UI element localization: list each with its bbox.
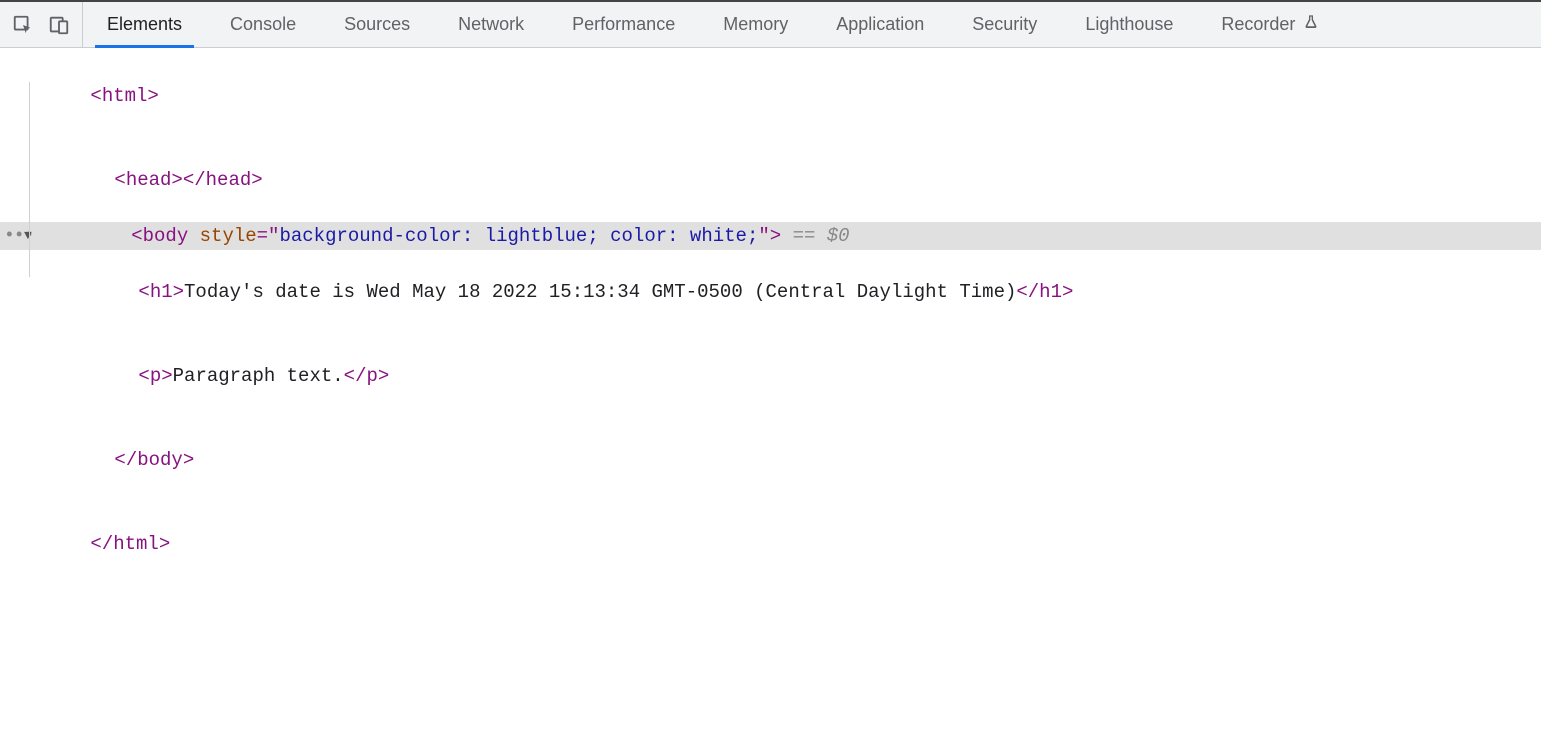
tab-memory[interactable]: Memory [699, 2, 812, 47]
dom-node-html-close[interactable]: </html> [0, 502, 1541, 586]
toolbar-icons [0, 2, 83, 47]
tab-label: Elements [107, 14, 182, 35]
tab-label: Application [836, 14, 924, 35]
flask-icon [1303, 14, 1319, 35]
tab-label: Network [458, 14, 524, 35]
tab-elements[interactable]: Elements [83, 2, 206, 47]
tab-console[interactable]: Console [206, 2, 320, 47]
tab-lighthouse[interactable]: Lighthouse [1061, 2, 1197, 47]
tree-guide-line [29, 82, 30, 277]
expand-arrow-icon[interactable]: ▼ [24, 222, 40, 250]
tab-label: Memory [723, 14, 788, 35]
dom-node-p[interactable]: <p>Paragraph text.</p> [0, 334, 1541, 418]
tab-performance[interactable]: Performance [548, 2, 699, 47]
tab-label: Recorder [1221, 14, 1295, 35]
tab-label: Lighthouse [1085, 14, 1173, 35]
tab-recorder[interactable]: Recorder [1197, 2, 1343, 47]
overflow-dots-icon[interactable]: ••• [4, 222, 24, 250]
tab-label: Sources [344, 14, 410, 35]
devtools-window: Elements Console Sources Network Performance… [0, 0, 1541, 730]
tab-network[interactable]: Network [434, 2, 548, 47]
dom-node-body-close[interactable]: </body> [0, 418, 1541, 502]
devtools-toolbar: Elements Console Sources Network Performance… [0, 2, 1541, 48]
tab-security[interactable]: Security [948, 2, 1061, 47]
devtools-tabs: Elements Console Sources Network Performance… [83, 2, 1343, 47]
elements-dom-tree[interactable]: <html> <head></head> ••• ▼ <body style="… [0, 48, 1541, 730]
tab-application[interactable]: Application [812, 2, 948, 47]
tab-sources[interactable]: Sources [320, 2, 434, 47]
inspect-element-icon[interactable] [12, 14, 34, 36]
dom-node-body-open[interactable]: ••• ▼ <body style="background-color: lig… [0, 222, 1541, 250]
tab-label: Console [230, 14, 296, 35]
device-toolbar-icon[interactable] [48, 14, 70, 36]
dom-node-html-open[interactable]: <html> [0, 54, 1541, 138]
tab-label: Performance [572, 14, 675, 35]
tab-label: Security [972, 14, 1037, 35]
